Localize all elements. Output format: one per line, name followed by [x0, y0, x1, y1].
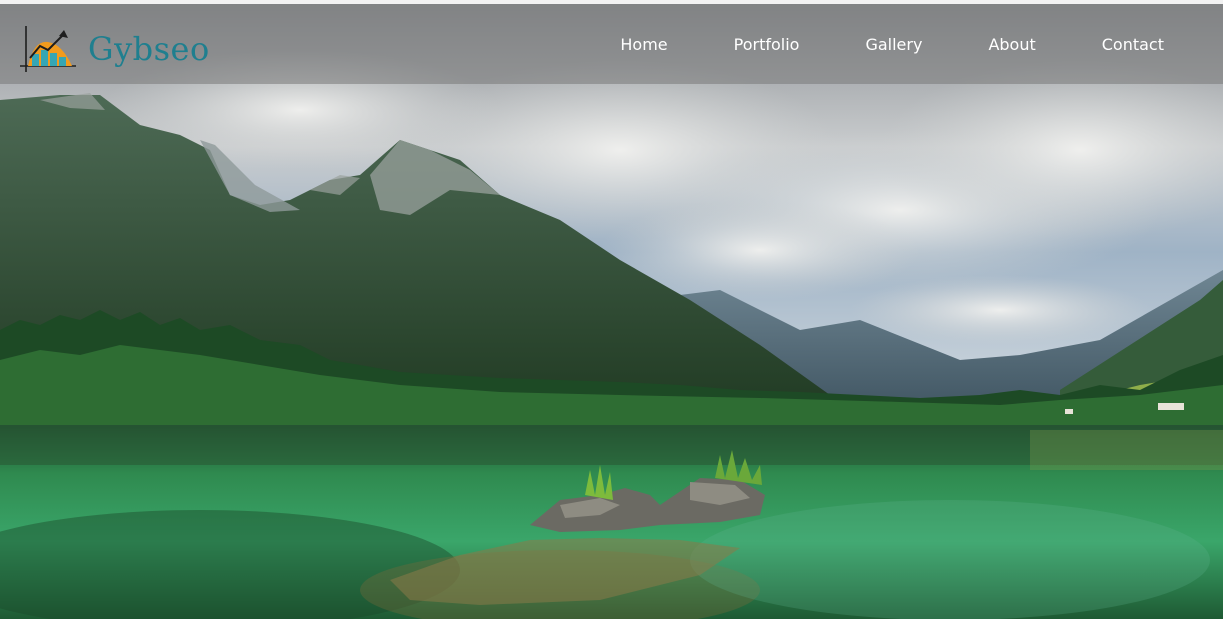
nav-item-about[interactable]: About	[955, 35, 1068, 54]
top-edge	[0, 0, 1223, 4]
nav-item-portfolio[interactable]: Portfolio	[701, 35, 833, 54]
nav-item-gallery[interactable]: Gallery	[832, 35, 955, 54]
brand-logo-link[interactable]: Gybseo	[18, 24, 210, 74]
nav-item-home[interactable]: Home	[587, 35, 700, 54]
site-header: Gybseo Home Portfolio Gallery About Cont…	[0, 4, 1223, 84]
nav-item-contact[interactable]: Contact	[1069, 35, 1223, 54]
growth-chart-icon	[20, 26, 76, 72]
hero-landscape-image	[0, 0, 1223, 619]
main-nav: Home Portfolio Gallery About Contact	[587, 4, 1223, 84]
page: Gybseo Home Portfolio Gallery About Cont…	[0, 0, 1223, 619]
brand-name: Gybseo	[88, 30, 210, 68]
